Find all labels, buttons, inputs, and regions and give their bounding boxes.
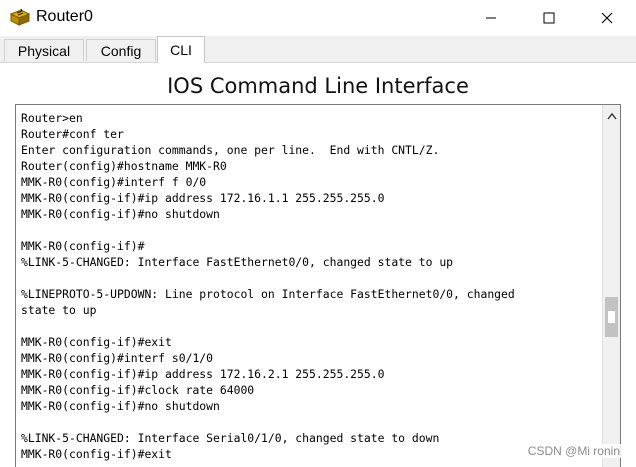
scroll-up-icon[interactable] bbox=[606, 111, 618, 121]
minimize-button[interactable] bbox=[468, 0, 514, 36]
tab-config[interactable]: Config bbox=[86, 39, 156, 61]
window-title: Router0 bbox=[36, 8, 93, 25]
close-icon bbox=[601, 12, 613, 24]
vertical-scrollbar[interactable] bbox=[602, 105, 620, 467]
router-icon bbox=[9, 8, 31, 26]
tab-strip: Physical Config CLI bbox=[0, 36, 636, 63]
page-title: IOS Command Line Interface bbox=[167, 74, 469, 98]
cli-console[interactable]: Router>en Router#conf ter Enter configur… bbox=[15, 104, 621, 467]
maximize-button[interactable] bbox=[526, 0, 572, 36]
tab-physical[interactable]: Physical bbox=[4, 39, 84, 61]
maximize-icon bbox=[543, 12, 555, 24]
watermark: CSDN @Mi ronin bbox=[525, 444, 622, 458]
minimize-icon bbox=[486, 17, 496, 19]
title-bar: Router0 bbox=[0, 0, 636, 36]
tab-cli[interactable]: CLI bbox=[157, 36, 205, 63]
console-output[interactable]: Router>en Router#conf ter Enter configur… bbox=[21, 110, 601, 462]
close-button[interactable] bbox=[584, 0, 630, 36]
scroll-thumb[interactable] bbox=[605, 297, 618, 337]
